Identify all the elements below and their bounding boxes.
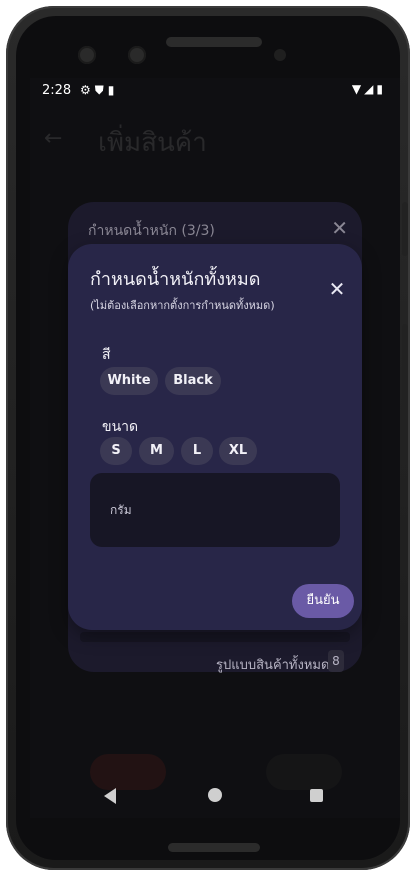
front-camera [78,46,96,64]
color-label: สี [102,347,111,363]
battery-icon: ▮ [376,82,386,96]
dialog-subtitle: (ไม่ต้องเลือกหากตั้งการกำหนดทั้งหมด) [90,299,275,312]
back-arrow-icon: ← [44,126,63,151]
shield-icon: ⛊ [94,83,108,97]
variant-total-label: รูปแบบสินค้าทั้งหมด [216,658,330,673]
volume-button [402,324,408,424]
status-bar: 2:28 ⚙⛊▮ ▼◢▮ [30,78,400,104]
wifi-icon: ▼ [351,82,365,96]
status-left-icons: ⚙⛊▮ [80,83,118,98]
power-button [402,202,408,256]
weight-input[interactable]: กรัม [90,473,340,547]
dialog-title: กำหนดน้ำหนักทั้งหมด [90,269,261,290]
variant-total-badge: 8 [328,650,344,672]
nav-recents-icon[interactable] [310,789,323,802]
page-title: เพิ่มสินค้า [98,128,207,158]
sheet-list-bar [80,632,350,642]
bottom-speaker [168,843,260,852]
size-chip-s[interactable]: S [100,437,132,465]
weight-sheet-title-text: กำหนดน้ำหนัก [88,223,177,239]
status-right-icons: ▼◢▮ [352,82,386,96]
size-chip-l[interactable]: L [181,437,213,465]
color-chip-black[interactable]: Black [165,367,221,395]
signal-icon: ◢ [364,82,377,96]
phone-frame: 2:28 ⚙⛊▮ ▼◢▮ ← เพิ่มสินค้า กำหนดน้ำหนัก … [6,6,410,870]
confirm-button[interactable]: ยืนยัน [292,584,354,618]
weight-sheet-step: (3/3) [181,223,215,239]
proximity-sensor [274,49,286,61]
gear-icon: ⚙ [80,83,95,97]
weight-sheet-title: กำหนดน้ำหนัก (3/3) [88,220,215,242]
color-chip-white[interactable]: White [100,367,158,395]
system-nav-bar [30,780,400,818]
size-chip-m[interactable]: M [139,437,174,465]
size-chip-xl[interactable]: XL [219,437,257,465]
weight-input-placeholder: กรัม [110,503,132,517]
nav-home-icon[interactable] [208,788,222,802]
set-all-weight-dialog: กำหนดน้ำหนักทั้งหมด (ไม่ต้องเลือกหากตั้ง… [68,244,362,630]
nav-back-icon[interactable] [104,788,116,804]
earpiece-speaker [166,37,262,47]
status-time: 2:28 [42,83,72,98]
close-icon[interactable]: ✕ [331,216,348,240]
size-label: ขนาด [102,419,139,435]
close-icon[interactable]: ✕ [324,276,350,302]
screen: 2:28 ⚙⛊▮ ▼◢▮ ← เพิ่มสินค้า กำหนดน้ำหนัก … [30,78,400,818]
sd-card-icon: ▮ [107,83,119,97]
front-sensor [128,46,146,64]
